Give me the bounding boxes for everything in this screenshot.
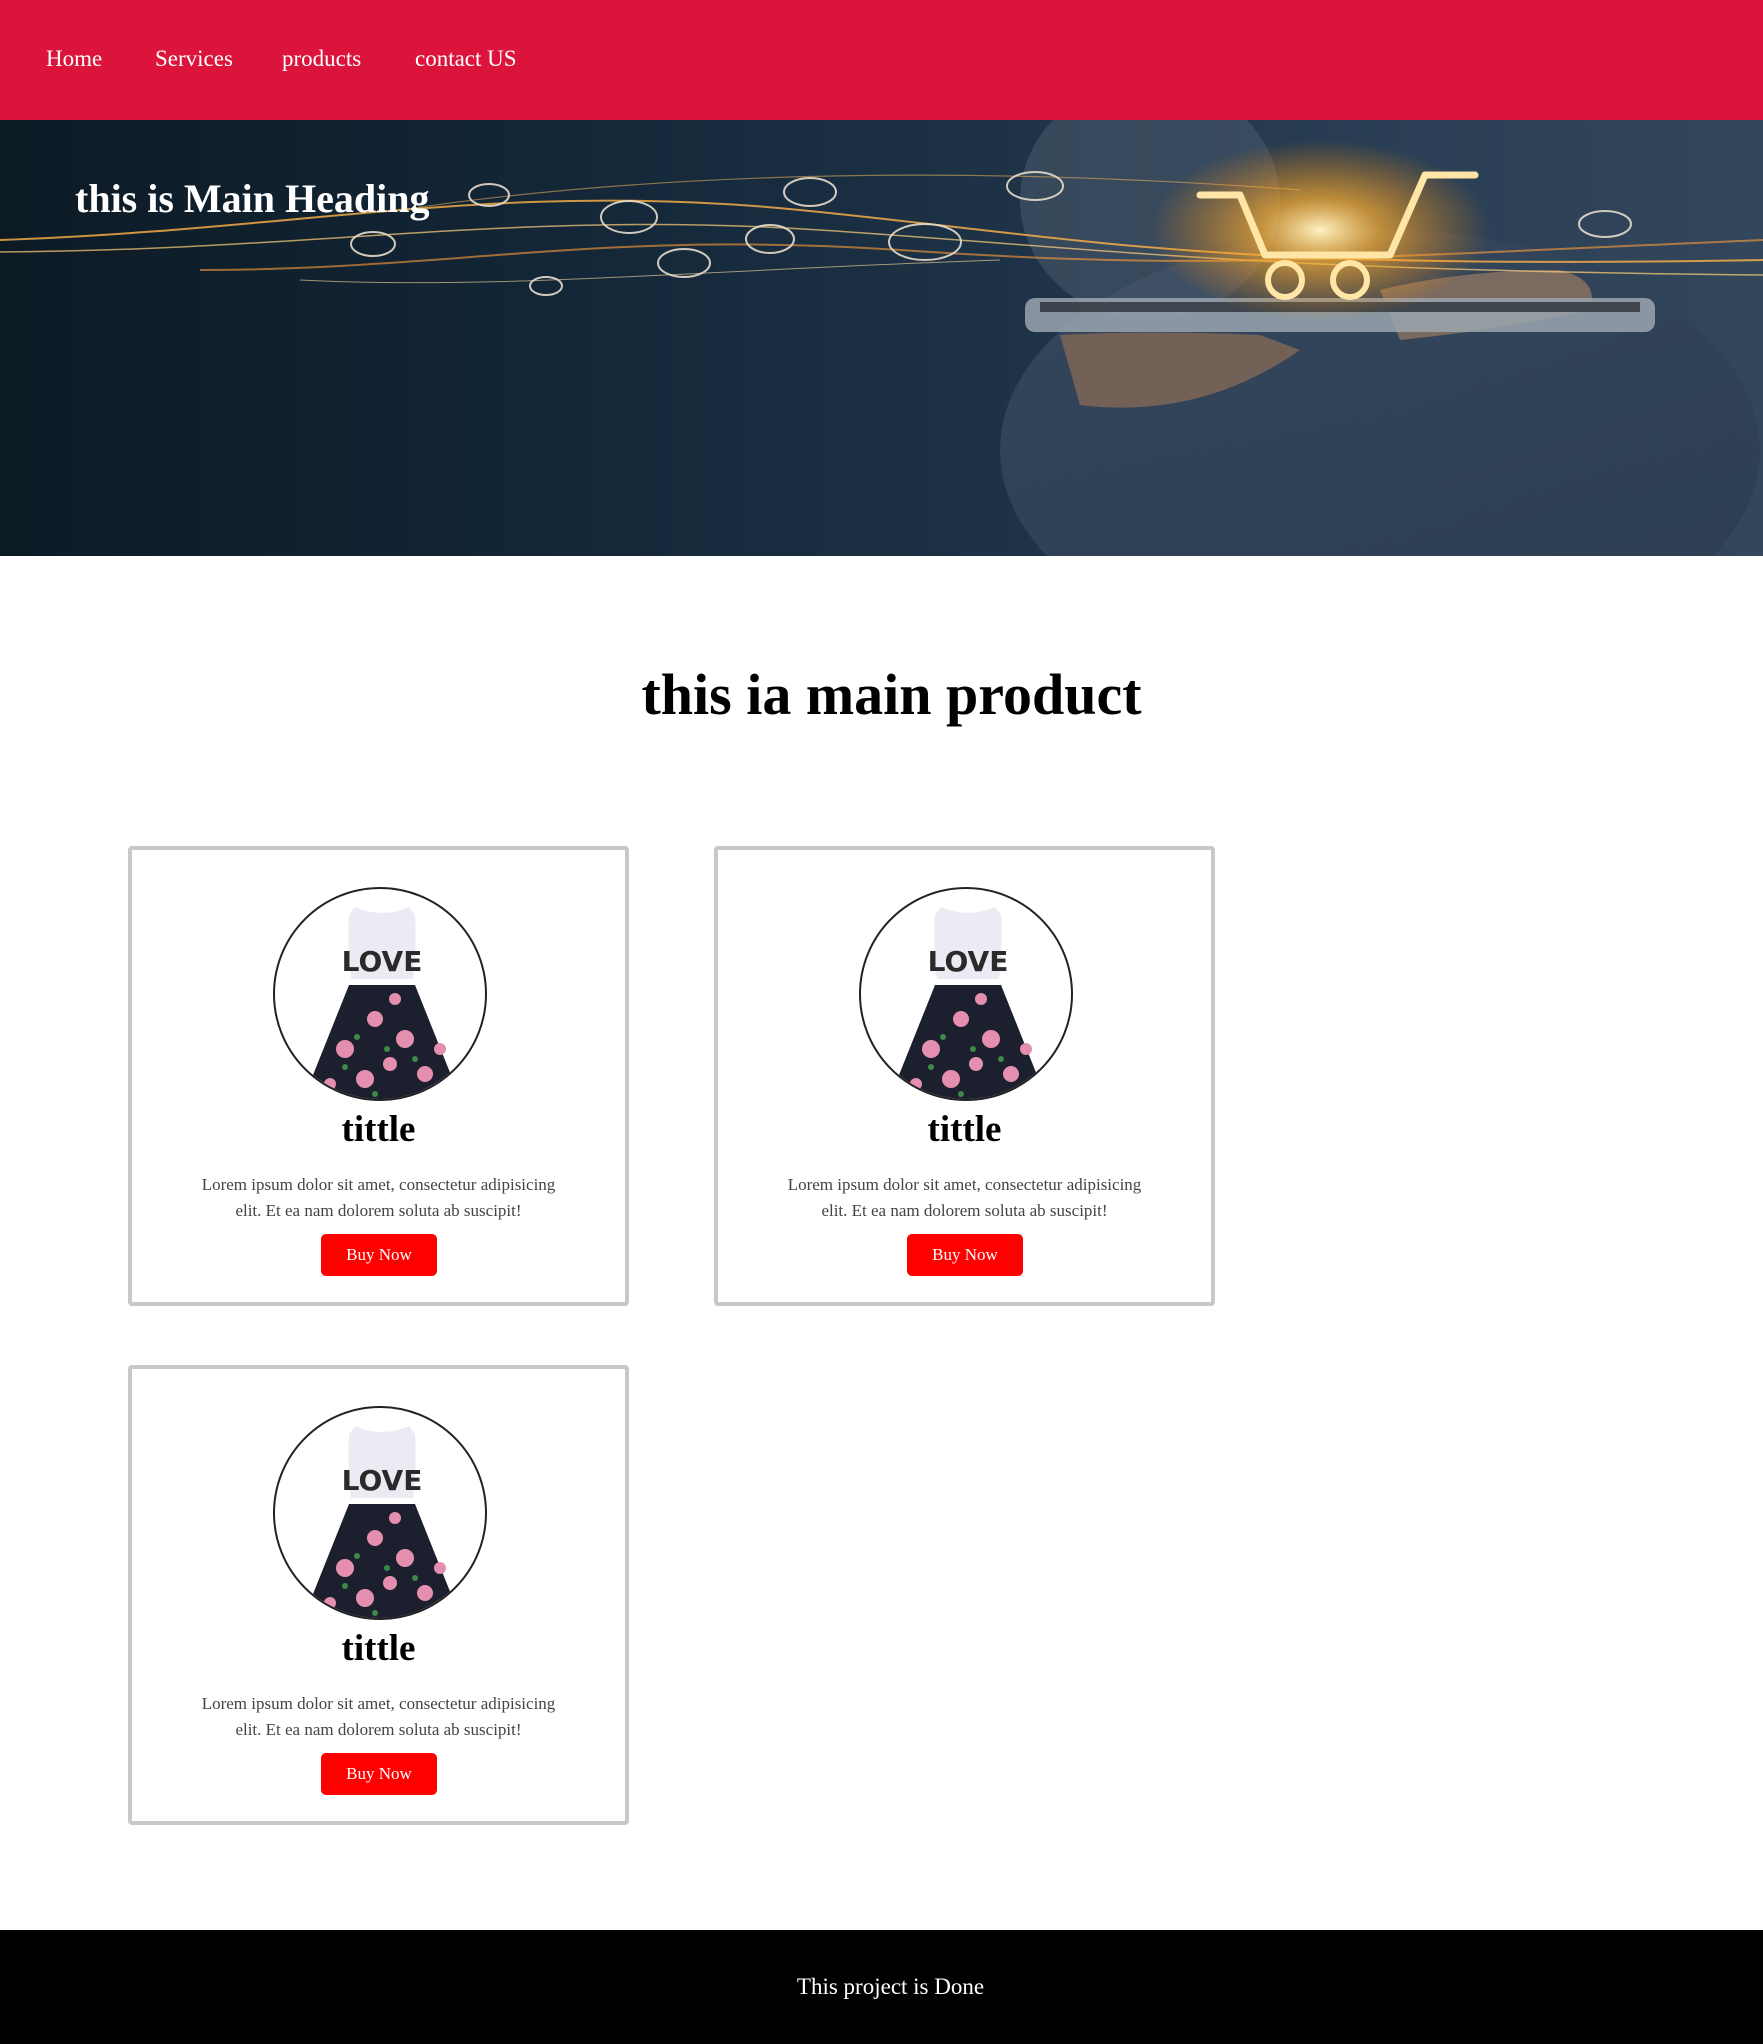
buy-now-button[interactable]: Buy Now xyxy=(321,1753,437,1795)
product-image: LOVE xyxy=(859,887,1073,1101)
svg-text:LOVE: LOVE xyxy=(342,945,423,978)
dress-image: LOVE xyxy=(891,907,1045,1099)
card-description: Lorem ipsum dolor sit amet, consectetur … xyxy=(201,1175,556,1220)
product-image: LOVE xyxy=(273,1406,487,1620)
nav-item-products[interactable]: products xyxy=(282,44,361,74)
product-card: LOVE tittle Lorem ipsum dolor sit amet, … xyxy=(128,1365,629,1825)
card-title: tittle xyxy=(927,1109,1002,1150)
svg-text:LOVE: LOVE xyxy=(342,1464,423,1497)
hero-banner: this is Main Heading xyxy=(0,120,1763,556)
buy-now-button[interactable]: Buy Now xyxy=(321,1234,437,1276)
nav-item-home[interactable]: Home xyxy=(46,44,102,74)
section-title: this ia main product xyxy=(641,662,1142,727)
card-description: Lorem ipsum dolor sit amet, consectetur … xyxy=(201,1694,556,1739)
card-title: tittle xyxy=(341,1628,416,1669)
nav-item-contact[interactable]: contact US xyxy=(415,44,517,74)
dress-image: LOVE xyxy=(305,907,459,1099)
card-description: Lorem ipsum dolor sit amet, consectetur … xyxy=(787,1175,1142,1220)
top-navbar: Home Services products contact US xyxy=(0,0,1763,120)
hero-title: this is Main Heading xyxy=(75,176,430,221)
svg-text:LOVE: LOVE xyxy=(928,945,1009,978)
buy-now-button[interactable]: Buy Now xyxy=(907,1234,1023,1276)
product-card: LOVE tittle Lorem ipsum dolor sit amet, … xyxy=(714,846,1215,1306)
card-title: tittle xyxy=(341,1109,416,1150)
nav-item-services[interactable]: Services xyxy=(155,44,233,74)
footer: This project is Done xyxy=(0,1930,1763,2044)
product-image: LOVE xyxy=(273,887,487,1101)
footer-text: This project is Done xyxy=(796,1974,985,1999)
product-card: LOVE tittle Lorem ipsum dolor sit amet, … xyxy=(128,846,629,1306)
dress-image: LOVE xyxy=(305,1426,459,1618)
